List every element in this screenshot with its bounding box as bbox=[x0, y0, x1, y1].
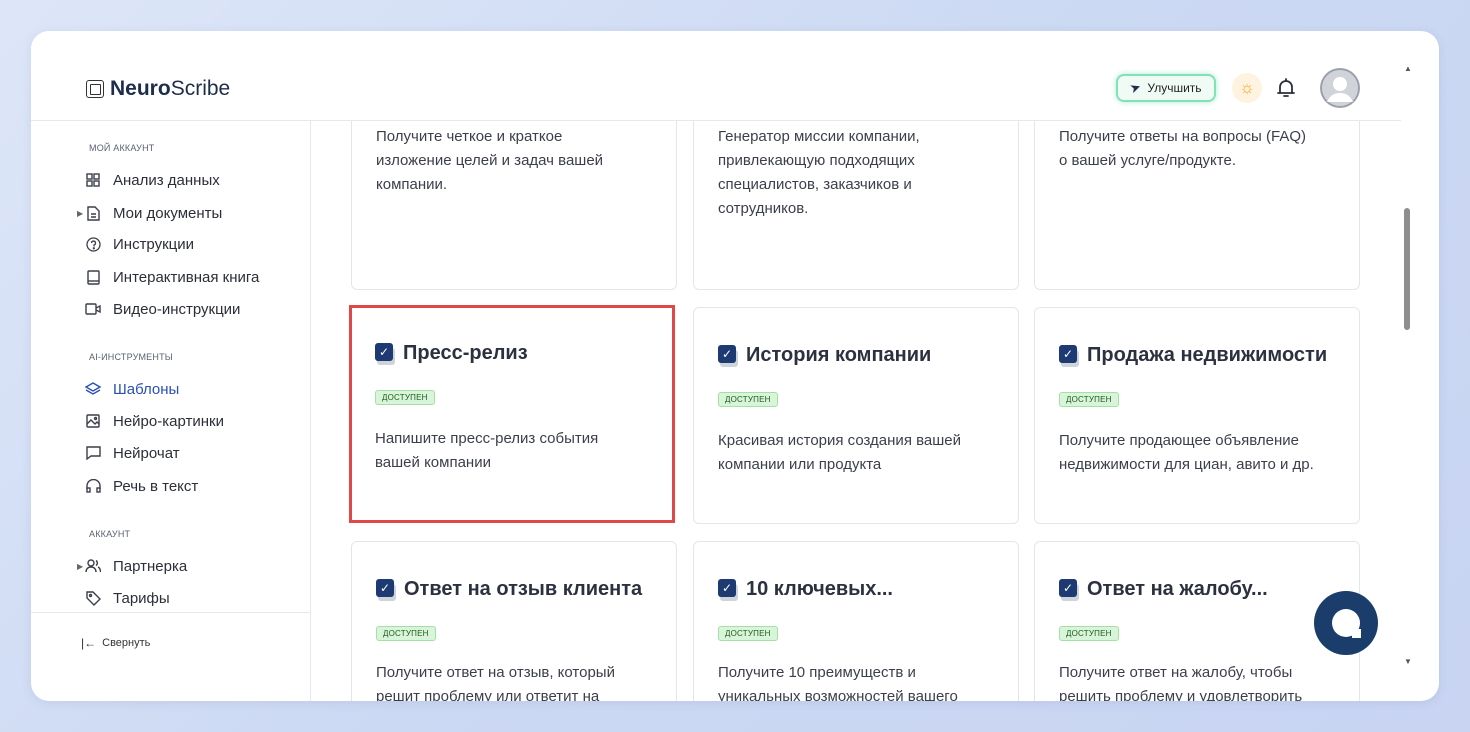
template-card-company-history[interactable]: ✓ История компании ДОСТУПЕН Красивая ист… bbox=[693, 307, 1019, 524]
sidebar-item-neuro-images[interactable]: Нейро-картинки bbox=[85, 410, 224, 432]
sidebar-item-video-instructions[interactable]: Видео-инструкции bbox=[85, 298, 240, 320]
sidebar-item-my-documents[interactable]: ▶ Мои документы bbox=[77, 202, 222, 224]
notifications-bell-icon[interactable] bbox=[1274, 76, 1298, 100]
logo-icon bbox=[86, 80, 104, 98]
scroll-up-arrow-icon[interactable]: ▲ bbox=[1404, 64, 1412, 73]
expand-caret-icon[interactable]: ▶ bbox=[77, 209, 83, 218]
card-description: Получите продающее объявление недвижимост… bbox=[1059, 432, 1314, 473]
sidebar-item-data-analysis[interactable]: Анализ данных bbox=[85, 169, 220, 191]
sidebar-item-neurochat[interactable]: Нейрочат bbox=[85, 442, 180, 464]
checkbox-icon: ✓ bbox=[1059, 344, 1079, 367]
sidebar-item-templates[interactable]: Шаблоны bbox=[85, 378, 179, 400]
checkbox-icon: ✓ bbox=[375, 342, 395, 365]
upgrade-label: Улучшить bbox=[1147, 81, 1202, 95]
chat-icon bbox=[85, 445, 101, 461]
status-badge: ДОСТУПЕН bbox=[375, 390, 435, 405]
collapse-sidebar-button[interactable]: |← Свернуть bbox=[81, 636, 150, 650]
section-title-ai-tools: AI-ИНСТРУМЕНТЫ bbox=[89, 352, 173, 362]
top-bar: NeuroScribe ➤ Улучшить ☼ bbox=[31, 31, 1401, 121]
logo-text: NeuroScribe bbox=[110, 77, 231, 100]
template-card-press-release[interactable]: ✓ Пресс-релиз ДОСТУПЕН Напишите пресс-ре… bbox=[349, 305, 675, 523]
checkbox-icon: ✓ bbox=[718, 578, 738, 601]
card-description: Красивая история создания вашей компании … bbox=[718, 432, 962, 473]
app-window: NeuroScribe ➤ Улучшить ☼ МОЙ АККАУНТ Ана… bbox=[31, 31, 1439, 701]
card-title: ✓ Ответ на жалобу... bbox=[1059, 578, 1268, 601]
support-chat-button[interactable] bbox=[1314, 591, 1378, 655]
section-title-account: АККАУНТ bbox=[89, 529, 131, 539]
card-description: Получите ответ на отзыв, который решит пр… bbox=[376, 664, 615, 701]
video-icon bbox=[85, 301, 101, 317]
scroll-down-arrow-icon[interactable]: ▼ bbox=[1404, 657, 1412, 666]
layers-icon bbox=[85, 381, 101, 397]
user-avatar[interactable] bbox=[1320, 68, 1360, 108]
sidebar-item-interactive-book[interactable]: Интерактивная книга bbox=[85, 266, 259, 288]
status-badge: ДОСТУПЕН bbox=[718, 392, 778, 407]
tag-icon bbox=[85, 590, 101, 606]
rocket-icon: ➤ bbox=[1128, 78, 1144, 97]
theme-toggle-sun-icon[interactable]: ☼ bbox=[1232, 73, 1262, 103]
book-icon bbox=[85, 269, 101, 285]
scrollbar-thumb[interactable] bbox=[1404, 208, 1410, 330]
template-card-review-reply[interactable]: ✓ Ответ на отзыв клиента ДОСТУПЕН Получи… bbox=[351, 541, 677, 701]
card-description: Напишите пресс-релиз события вашей компан… bbox=[375, 430, 599, 471]
card-description: Получите 10 преимуществ и уникальных возм… bbox=[718, 664, 958, 701]
sidebar-item-instructions[interactable]: Инструкции bbox=[85, 233, 194, 255]
status-badge: ДОСТУПЕН bbox=[1059, 392, 1119, 407]
template-card-complaint-reply[interactable]: ✓ Ответ на жалобу... ДОСТУПЕН Получите о… bbox=[1034, 541, 1360, 701]
card-title: ✓ Продажа недвижимости bbox=[1059, 344, 1327, 367]
sidebar-item-tariffs[interactable]: Тарифы bbox=[85, 587, 170, 609]
scrollbar[interactable]: ▲ ▼ bbox=[1401, 61, 1413, 671]
document-icon bbox=[85, 205, 101, 221]
sidebar-item-speech-to-text[interactable]: Речь в текст bbox=[85, 475, 198, 497]
template-card-faq[interactable]: Получите ответы на вопросы (FAQ) о вашей … bbox=[1034, 121, 1360, 290]
section-title-my-account: МОЙ АККАУНТ bbox=[89, 143, 155, 153]
upgrade-button[interactable]: ➤ Улучшить bbox=[1116, 74, 1216, 102]
card-title: ✓ История компании bbox=[718, 344, 931, 367]
template-card-mission[interactable]: Получите четкое и краткое изложение целей… bbox=[351, 121, 677, 290]
expand-caret-icon[interactable]: ▶ bbox=[77, 562, 83, 571]
card-description: Получите ответы на вопросы (FAQ) о вашей … bbox=[1059, 128, 1306, 169]
template-card-mission-generator[interactable]: Генератор миссии компании, привлекающую п… bbox=[693, 121, 1019, 290]
status-badge: ДОСТУПЕН bbox=[1059, 626, 1119, 641]
card-description: Получите ответ на жалобу, чтобы решить пр… bbox=[1059, 664, 1303, 701]
status-badge: ДОСТУПЕН bbox=[376, 626, 436, 641]
checkbox-icon: ✓ bbox=[376, 578, 396, 601]
template-card-real-estate-sale[interactable]: ✓ Продажа недвижимости ДОСТУПЕН Получите… bbox=[1034, 307, 1360, 524]
card-description: Получите четкое и краткое изложение целей… bbox=[376, 128, 604, 193]
help-icon bbox=[85, 236, 101, 252]
card-title: ✓ Пресс-релиз bbox=[375, 342, 528, 365]
logo[interactable]: NeuroScribe bbox=[86, 77, 230, 101]
chat-bubble-icon bbox=[1332, 609, 1361, 638]
card-title: ✓ Ответ на отзыв клиента bbox=[376, 578, 642, 601]
checkbox-icon: ✓ bbox=[1059, 578, 1079, 601]
card-description: Генератор миссии компании, привлекающую п… bbox=[718, 128, 920, 217]
headphones-icon bbox=[85, 478, 101, 494]
templates-grid: Получите четкое и краткое изложение целей… bbox=[312, 121, 1401, 701]
grid-icon bbox=[85, 172, 101, 188]
checkbox-icon: ✓ bbox=[718, 344, 738, 367]
collapse-arrow-icon: |← bbox=[81, 636, 97, 650]
users-icon bbox=[85, 558, 101, 574]
sidebar-divider bbox=[31, 612, 311, 613]
image-icon bbox=[85, 413, 101, 429]
template-card-key-benefits[interactable]: ✓ 10 ключевых... ДОСТУПЕН Получите 10 пр… bbox=[693, 541, 1019, 701]
card-title: ✓ 10 ключевых... bbox=[718, 578, 893, 601]
sidebar: МОЙ АККАУНТ Анализ данных ▶ Мои документ… bbox=[31, 121, 311, 701]
sidebar-item-partner[interactable]: ▶ Партнерка bbox=[77, 555, 187, 577]
status-badge: ДОСТУПЕН bbox=[718, 626, 778, 641]
